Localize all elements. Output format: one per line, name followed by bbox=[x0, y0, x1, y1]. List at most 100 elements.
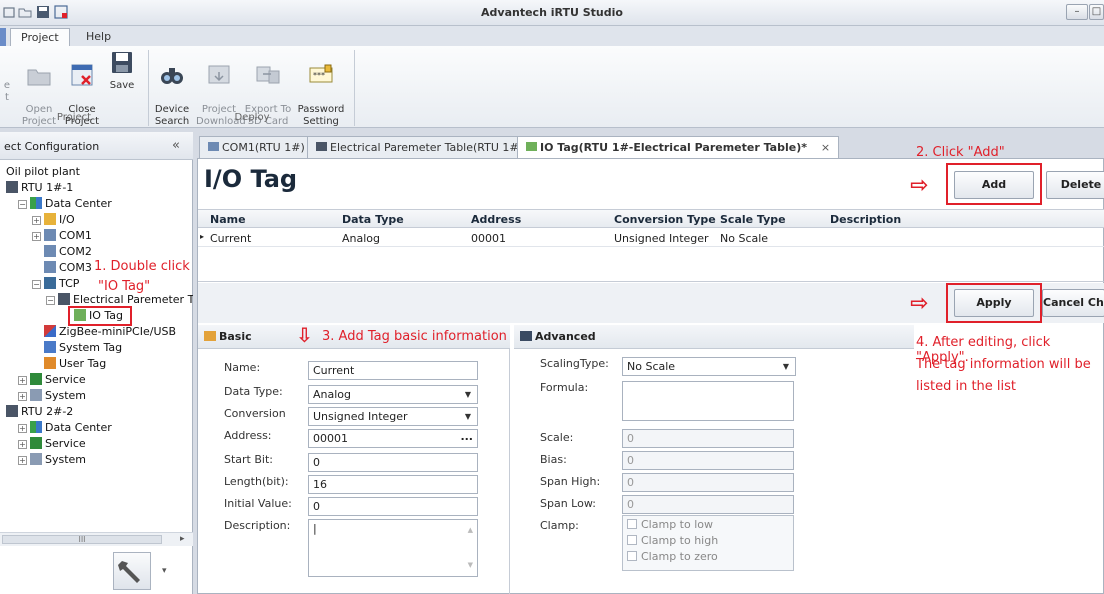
tree-item-oil-pilot-plant[interactable]: Oil pilot plant bbox=[6, 164, 80, 180]
advanced-icon bbox=[520, 331, 532, 341]
initial-value-field[interactable]: 0 bbox=[308, 497, 478, 516]
tree-item-com3[interactable]: COM3 bbox=[44, 260, 92, 276]
expand-icon[interactable]: + bbox=[18, 376, 27, 385]
scroll-right-icon[interactable]: ▸ bbox=[180, 534, 185, 544]
collapse-icon[interactable]: − bbox=[32, 280, 41, 289]
expand-icon[interactable]: + bbox=[18, 392, 27, 401]
service-icon bbox=[30, 437, 42, 449]
open-project-button[interactable]: Open Project bbox=[18, 50, 60, 127]
collapse-icon[interactable]: − bbox=[18, 200, 27, 209]
bias-field[interactable]: 0 bbox=[622, 451, 794, 470]
scrollbar-thumb[interactable]: III bbox=[2, 535, 162, 544]
name-field[interactable]: Current bbox=[308, 361, 478, 380]
expand-icon[interactable]: + bbox=[32, 216, 41, 225]
tree-item-zigbee[interactable]: ZigBee-miniPCIe/USB bbox=[44, 324, 176, 340]
label-initial-value: Initial Value: bbox=[224, 497, 292, 510]
collapse-panel-icon[interactable]: « bbox=[172, 138, 180, 153]
annotation-step4-line2: The tag information will be bbox=[916, 357, 1091, 372]
export-sd-card-button[interactable]: Export To SD Card bbox=[244, 50, 292, 127]
tab-com1[interactable]: COM1(RTU 1#) bbox=[199, 136, 314, 158]
scroll-up-icon[interactable]: ▲ bbox=[468, 522, 473, 539]
tree-item-data-center-2[interactable]: + Data Center bbox=[18, 420, 112, 436]
tree-item-user-tag[interactable]: User Tag bbox=[44, 356, 106, 372]
collapse-icon[interactable]: − bbox=[46, 296, 55, 305]
length-field[interactable]: 16 bbox=[308, 475, 478, 494]
tab-electrical-table[interactable]: Electrical Paremeter Table(RTU 1#) bbox=[307, 136, 532, 158]
span-low-field[interactable]: 0 bbox=[622, 495, 794, 514]
restore-button[interactable]: □ bbox=[1089, 4, 1104, 20]
col-description[interactable]: Description bbox=[830, 213, 901, 226]
tree-item-system-tag[interactable]: System Tag bbox=[44, 340, 122, 356]
password-setting-button[interactable]: *** Password Setting bbox=[294, 50, 348, 127]
tree-item-service-2[interactable]: + Service bbox=[18, 436, 86, 452]
scale-field[interactable]: 0 bbox=[622, 429, 794, 448]
tree-item-rtu1[interactable]: RTU 1#-1 bbox=[6, 180, 73, 196]
address-field[interactable]: 00001... bbox=[308, 429, 478, 448]
tree-item-com1[interactable]: + COM1 bbox=[32, 228, 92, 244]
tree-item-io[interactable]: + I/O bbox=[32, 212, 75, 228]
cancel-change-button[interactable]: Cancel Char bbox=[1042, 289, 1104, 317]
data-type-select[interactable]: Analog ▼ bbox=[308, 385, 478, 404]
clamp-to-zero-checkbox[interactable]: Clamp to zero bbox=[627, 550, 718, 563]
tree-item-io-tag[interactable]: IO Tag bbox=[74, 308, 123, 324]
tree-item-com2[interactable]: COM2 bbox=[44, 244, 92, 260]
expand-icon[interactable]: + bbox=[18, 440, 27, 449]
app-menu-button[interactable] bbox=[0, 28, 6, 46]
tree-item-data-center[interactable]: − Data Center bbox=[18, 196, 112, 212]
clamp-to-low-checkbox[interactable]: Clamp to low bbox=[627, 518, 713, 531]
col-scale-type[interactable]: Scale Type bbox=[720, 213, 786, 226]
device-search-button[interactable]: Device Search bbox=[152, 50, 192, 127]
folder-icon bbox=[26, 62, 52, 88]
apply-button[interactable]: Apply bbox=[954, 289, 1034, 317]
close-project-button[interactable]: Close Project bbox=[62, 50, 102, 127]
col-address[interactable]: Address bbox=[471, 213, 521, 226]
expand-icon[interactable]: + bbox=[32, 232, 41, 241]
col-name[interactable]: Name bbox=[210, 213, 246, 226]
expand-icon[interactable]: + bbox=[18, 424, 27, 433]
tree-item-system-2[interactable]: + System bbox=[18, 452, 86, 468]
tree-item-service[interactable]: + Service bbox=[18, 372, 86, 388]
scaling-type-select[interactable]: No Scale ▼ bbox=[622, 357, 796, 376]
cell-conversion-type[interactable]: Unsigned Integer bbox=[614, 232, 709, 245]
rtu-icon bbox=[6, 405, 18, 417]
start-bit-field[interactable]: 0 bbox=[308, 453, 478, 472]
user-tag-icon bbox=[44, 357, 56, 369]
conversion-select[interactable]: Unsigned Integer ▼ bbox=[308, 407, 478, 426]
toolbox-hammer-button[interactable] bbox=[113, 552, 151, 590]
clamp-to-high-checkbox[interactable]: Clamp to high bbox=[627, 534, 718, 547]
tree-item-system[interactable]: + System bbox=[18, 388, 86, 404]
description-textarea[interactable]: | ▲ ▼ bbox=[308, 519, 478, 577]
save-button[interactable]: Save bbox=[106, 50, 138, 112]
basic-panel: Basic Name: Current Data Type: Analog ▼ C… bbox=[198, 323, 510, 594]
cell-address[interactable]: 00001 bbox=[471, 232, 506, 245]
minimize-button[interactable]: – bbox=[1066, 4, 1088, 20]
tab-help[interactable]: Help bbox=[76, 28, 121, 46]
menu-bar: Project Help bbox=[0, 26, 1104, 46]
expand-icon[interactable]: + bbox=[18, 456, 27, 465]
cell-data-type[interactable]: Analog bbox=[342, 232, 380, 245]
close-tab-icon[interactable]: × bbox=[821, 141, 830, 154]
cell-scale-type[interactable]: No Scale bbox=[720, 232, 768, 245]
export-icon bbox=[255, 62, 281, 88]
delete-button[interactable]: Delete bbox=[1046, 171, 1104, 199]
tab-io-tag[interactable]: IO Tag(RTU 1#-Electrical Paremeter Table… bbox=[517, 136, 840, 158]
chevron-down-icon[interactable]: ▾ bbox=[162, 566, 167, 576]
col-conversion-type[interactable]: Conversion Type bbox=[614, 213, 716, 226]
horizontal-scrollbar[interactable]: III ▸ bbox=[0, 532, 193, 546]
formula-field[interactable] bbox=[622, 381, 794, 421]
browse-ellipsis-button[interactable]: ... bbox=[460, 428, 473, 445]
tree-item-rtu2[interactable]: RTU 2#-2 bbox=[6, 404, 73, 420]
project-download-button[interactable]: Project Download bbox=[196, 50, 246, 127]
label-description: Description: bbox=[224, 519, 291, 532]
title-bar: Advantech iRTU Studio – □ bbox=[0, 0, 1104, 26]
span-high-field[interactable]: 0 bbox=[622, 473, 794, 492]
dropdown-caret-icon: ▼ bbox=[464, 412, 471, 421]
add-button[interactable]: Add bbox=[954, 171, 1034, 199]
col-data-type[interactable]: Data Type bbox=[342, 213, 404, 226]
scroll-down-icon[interactable]: ▼ bbox=[468, 557, 473, 574]
table-row[interactable]: ▸ Current Analog 00001 Unsigned Integer … bbox=[198, 229, 1104, 247]
tree-item-tcp[interactable]: − TCP bbox=[32, 276, 79, 292]
page-title: I/O Tag bbox=[204, 165, 298, 193]
cell-name[interactable]: Current bbox=[210, 232, 251, 245]
tab-project[interactable]: Project bbox=[10, 28, 70, 46]
